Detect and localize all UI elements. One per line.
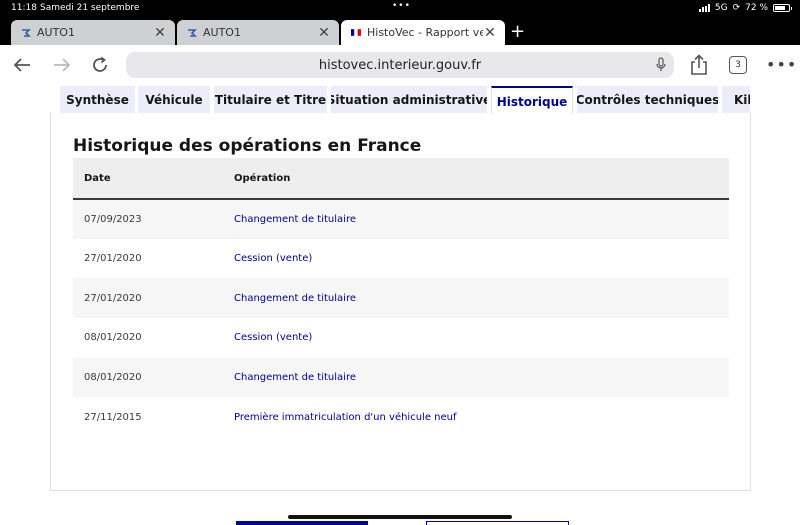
tab-situation-administrative[interactable]: Situation administrative [331, 86, 487, 113]
tab-title: AUTO1 [37, 26, 75, 39]
row-date: 08/01/2020 [73, 357, 234, 398]
close-tab-icon[interactable]: ✕ [317, 26, 331, 40]
home-indicator[interactable] [288, 515, 512, 519]
table-header-row: Date Opération [73, 158, 729, 200]
tabs-overview-button[interactable]: 3 [729, 56, 747, 74]
microphone-icon[interactable] [656, 57, 666, 73]
tab-controles-techniques[interactable]: Contrôles techniques [577, 86, 718, 113]
row-date: 27/11/2015 [73, 397, 234, 438]
auto1-logo-icon [21, 28, 31, 38]
cellular-signal-icon [698, 4, 710, 12]
reload-icon[interactable] [88, 53, 112, 77]
table-row: 07/09/2023 Changement de titulaire [73, 199, 729, 239]
row-date: 08/01/2020 [73, 318, 234, 358]
new-tab-icon[interactable]: + [510, 22, 525, 42]
status-bar: 11:18 Samedi 21 septembre ••• 5G ⟳ 72 % [0, 0, 800, 18]
close-tab-icon[interactable]: ✕ [483, 26, 497, 40]
page-tab-bar: Synthèse Véhicule Titulaire et Titre Sit… [0, 86, 800, 115]
status-indicators: 5G ⟳ 72 % [698, 3, 792, 13]
url-field[interactable]: histovec.interieur.gouv.fr [126, 52, 674, 78]
tab-historique[interactable]: Historique [491, 86, 573, 115]
close-tab-icon[interactable]: ✕ [153, 26, 167, 40]
battery-icon [773, 4, 792, 12]
row-operation: Première immatriculation d'un véhicule n… [234, 397, 729, 438]
network-type: 5G [714, 3, 728, 13]
row-operation: Cession (vente) [234, 318, 729, 358]
row-date: 27/01/2020 [73, 278, 234, 319]
url-text: histovec.interieur.gouv.fr [318, 57, 482, 73]
multitasking-dots-icon[interactable]: ••• [392, 1, 411, 11]
bottom-primary-button[interactable] [236, 521, 368, 525]
column-header-operation: Opération [234, 158, 729, 200]
row-date: 27/01/2020 [73, 238, 234, 279]
column-header-date: Date [73, 158, 234, 200]
table-row: 08/01/2020 Changement de titulaire [73, 357, 729, 398]
battery-percent: 72 % [745, 3, 768, 13]
address-bar: histovec.interieur.gouv.fr 3 ••• [0, 45, 800, 85]
history-table: Date Opération 07/09/2023 Changement de … [73, 158, 729, 438]
browser-tab-auto1-first[interactable]: AUTO1 ✕ [11, 20, 175, 45]
tab-kilometrage[interactable]: Kilo [722, 86, 750, 113]
tab-titulaire-et-titre[interactable]: Titulaire et Titre [214, 86, 327, 113]
row-date: 07/09/2023 [73, 199, 234, 239]
browser-tab-auto1-second[interactable]: AUTO1 ✕ [177, 20, 339, 45]
section-title: Historique des opérations en France [73, 136, 422, 156]
table-row: 08/01/2020 Cession (vente) [73, 318, 729, 358]
forward-arrow-icon[interactable] [50, 53, 74, 77]
orientation-lock-icon: ⟳ [732, 3, 741, 13]
table-row: 27/11/2015 Première immatriculation d'un… [73, 397, 729, 438]
more-options-icon[interactable]: ••• [766, 55, 797, 74]
tab-vehicule[interactable]: Véhicule [138, 86, 210, 113]
tab-title: AUTO1 [203, 26, 241, 39]
table-row: 27/01/2020 Changement de titulaire [73, 278, 729, 319]
status-date: Samedi 21 septembre [40, 3, 140, 13]
auto1-logo-icon [187, 28, 197, 38]
table-row: 27/01/2020 Cession (vente) [73, 238, 729, 279]
tab-synthese[interactable]: Synthèse [60, 86, 135, 113]
historique-panel: Historique des opérations en France Date… [50, 113, 751, 491]
row-operation: Cession (vente) [234, 238, 729, 279]
browser-tab-strip: AUTO1 ✕ AUTO1 ✕ HistoVec - Rapport vende… [0, 18, 800, 45]
row-operation: Changement de titulaire [234, 199, 729, 239]
tab-title: HistoVec - Rapport vende [367, 26, 483, 39]
row-operation: Changement de titulaire [234, 278, 729, 319]
share-icon[interactable] [689, 54, 709, 76]
status-time: 11:18 [11, 3, 37, 13]
browser-tab-histovec[interactable]: HistoVec - Rapport vende ✕ [341, 20, 505, 45]
french-flag-icon [351, 28, 361, 38]
row-operation: Changement de titulaire [234, 357, 729, 398]
bottom-secondary-button[interactable] [426, 521, 569, 525]
back-arrow-icon[interactable] [10, 53, 34, 77]
